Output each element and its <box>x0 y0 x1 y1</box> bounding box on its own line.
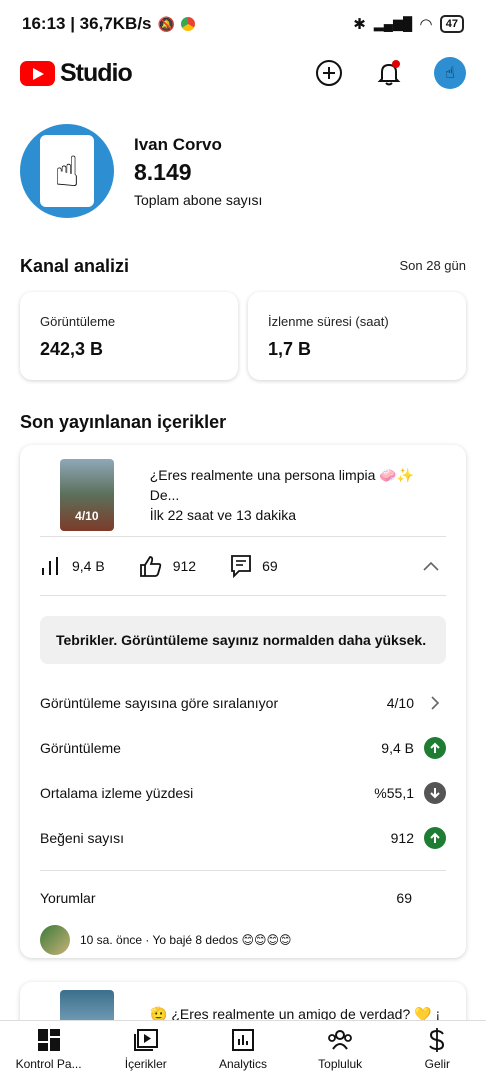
subscriber-label: Toplam abone sayısı <box>134 191 263 208</box>
pointing-hand-icon: ☝ <box>445 65 455 82</box>
comments-count: 69 <box>262 558 278 574</box>
nav-dashboard[interactable]: Kontrol Pa... <box>2 1027 96 1071</box>
avg-view-percentage-row: Ortalama izleme yüzdesi %55,1 <box>20 770 466 815</box>
detail-label: Beğeni sayısı <box>40 829 125 846</box>
subscriber-count: 8.149 <box>134 158 192 185</box>
rank-row[interactable]: Görüntüleme sayısına göre sıralanıyor 4/… <box>20 680 466 725</box>
comment-icon <box>231 555 251 578</box>
arrow-down-icon <box>424 781 446 804</box>
nav-label: Topluluk <box>318 1057 363 1071</box>
youtube-play-icon <box>20 60 55 86</box>
recent-video-card: 4/10 ¿Eres realmente una persona limpia … <box>20 445 466 958</box>
metric-label: Görüntüleme <box>40 314 116 329</box>
divider <box>40 870 446 871</box>
metric-value: 1,7 B <box>268 339 312 359</box>
nav-community[interactable]: Topluluk <box>293 1027 387 1071</box>
detail-label: Ortalama izleme yüzdesi <box>40 784 194 801</box>
views-bars-icon <box>42 557 58 575</box>
detail-value: 912 <box>390 829 414 846</box>
notifications-bell-icon[interactable] <box>374 58 404 88</box>
chevron-right-icon <box>431 695 440 710</box>
nav-analytics[interactable]: Analytics <box>196 1027 290 1071</box>
content-library-icon <box>133 1029 158 1051</box>
divider <box>40 595 446 596</box>
dollar-sign-icon <box>429 1028 445 1052</box>
bottom-navigation: Kontrol Pa... İçerikler Analytics Toplul… <box>0 1020 486 1080</box>
likes-detail-row: Beğeni sayısı 912 <box>20 815 466 860</box>
nav-earn[interactable]: Gelir <box>390 1027 484 1071</box>
analytics-title: Kanal analizi <box>20 256 130 276</box>
detail-value: 4/10 <box>386 694 414 711</box>
collapse-chevron-up-icon[interactable] <box>422 560 440 572</box>
metric-value: 242,3 B <box>40 339 104 359</box>
views-metric-card[interactable]: Görüntüleme 242,3 B <box>20 292 238 380</box>
watch-time-metric-card[interactable]: İzlenme süresi (saat) 1,7 B <box>248 292 466 380</box>
logo-text: Studio <box>60 58 133 87</box>
create-button[interactable] <box>314 58 344 88</box>
detail-label: Görüntüleme sayısına göre sıralanıyor <box>40 694 279 711</box>
video-age: İlk 22 saat ve 13 dakika <box>149 506 297 523</box>
account-avatar[interactable]: ☝ <box>434 57 466 89</box>
channel-header: ☝ Ivan Corvo 8.149 Toplam abone sayısı <box>20 124 262 218</box>
video-stats-row: 9,4 B 912 69 <box>20 537 466 595</box>
arrow-up-icon <box>424 736 446 759</box>
channel-avatar[interactable]: ☝ <box>20 124 114 218</box>
dashboard-icon <box>37 1029 60 1051</box>
arrow-up-icon <box>424 826 446 849</box>
comments-total: 69 <box>396 889 412 906</box>
nav-label: Gelir <box>424 1057 451 1071</box>
analytics-period[interactable]: Son 28 gün <box>399 258 466 273</box>
community-people-icon <box>328 1030 353 1050</box>
nav-label: Analytics <box>218 1057 267 1071</box>
detail-value: 9,4 B <box>381 739 414 756</box>
latest-comment[interactable]: 10 sa. önce · Yo bajé 8 dedos 😊😊😊😊 <box>20 920 466 960</box>
video-title: ¿Eres realmente una persona limpia 🧼✨ De… <box>149 466 415 503</box>
thumbnail-text: 4/10 <box>75 508 99 523</box>
commenter-avatar <box>40 925 70 955</box>
likes-count: 912 <box>172 558 197 574</box>
status-bar: 16:13 | 36,7KB/s 🔕 ✱ ▂▄▆█ ◠ 47 <box>0 0 486 48</box>
comment-text: 10 sa. önce · Yo bajé 8 dedos 😊😊😊😊 <box>80 933 292 947</box>
wifi-icon: ◠ <box>420 16 432 33</box>
channel-name: Ivan Corvo <box>134 134 222 154</box>
metric-label: İzlenme süresi (saat) <box>268 314 389 329</box>
battery-indicator: 47 <box>439 15 464 33</box>
like-icon <box>139 556 161 577</box>
views-detail-row: Görüntüleme 9,4 B <box>20 725 466 770</box>
nav-label: İçerikler <box>124 1057 167 1071</box>
detail-label: Görüntüleme <box>40 739 121 756</box>
analytics-chart-icon <box>231 1029 254 1051</box>
detail-value: %55,1 <box>374 784 414 801</box>
comments-header-row[interactable]: Yorumlar 69 <box>20 875 466 920</box>
video-row[interactable]: 4/10 ¿Eres realmente una persona limpia … <box>20 445 466 535</box>
video-thumbnail[interactable]: 4/10 <box>60 458 114 531</box>
signal-icon: ▂▄▆█ <box>373 16 413 31</box>
comments-label: Yorumlar <box>40 889 96 906</box>
mute-icon: 🔕 <box>157 15 175 32</box>
bluetooth-icon: ✱ <box>353 16 366 33</box>
pointing-hand-icon: ☝ <box>40 135 94 207</box>
youtube-studio-logo[interactable]: Studio <box>20 58 133 88</box>
views-count: 9,4 B <box>72 558 105 574</box>
nav-label: Kontrol Pa... <box>15 1057 82 1071</box>
performance-notice: Tebrikler. Görüntüleme sayınız normalden… <box>40 616 446 664</box>
nav-content[interactable]: İçerikler <box>99 1027 193 1071</box>
app-bar: Studio ☝ <box>0 50 486 96</box>
recent-content-title: Son yayınlanan içerikler <box>20 412 227 432</box>
status-time: 16:13 | 36,7KB/s <box>22 14 152 33</box>
chrome-icon <box>180 17 195 31</box>
